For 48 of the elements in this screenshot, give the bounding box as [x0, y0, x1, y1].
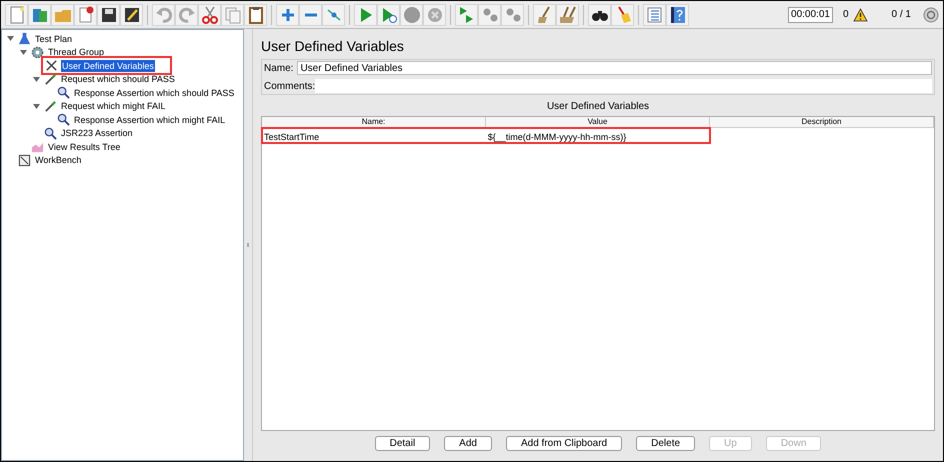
tree-item[interactable]: Test Plan [34, 32, 74, 45]
field-label: Name: [264, 62, 294, 76]
table-button[interactable]: Add [444, 436, 492, 451]
expand-arrow-icon[interactable] [32, 74, 41, 84]
expand-arrow-icon[interactable] [6, 34, 15, 44]
elapsed-time: 00:00:01 [788, 6, 833, 22]
tree-item[interactable]: User Defined Variables [61, 60, 155, 72]
warning-count: 0 [842, 8, 849, 22]
magnifier-icon [44, 126, 57, 140]
table-cell: TestStartTime [264, 132, 320, 142]
workbench-icon [18, 154, 31, 167]
thread-count: 0 / 1 [892, 8, 911, 22]
tools-icon [45, 59, 58, 72]
comments-field[interactable] [315, 79, 932, 93]
column-header[interactable]: Name: [262, 117, 486, 127]
table-button[interactable]: Add from Clipboard [506, 436, 622, 451]
column-header[interactable]: Description [710, 117, 934, 127]
flask-icon [18, 32, 31, 46]
magnifier-icon [57, 113, 70, 126]
pipette-icon [44, 100, 57, 113]
stop-icon[interactable] [402, 4, 422, 24]
tree-item[interactable]: JSR223 Assertion [60, 127, 134, 140]
expand-arrow-icon[interactable] [32, 102, 41, 111]
scissors-icon[interactable] [200, 4, 220, 24]
pipette-icon [44, 72, 57, 86]
chart-icon [31, 140, 44, 154]
list-icon[interactable] [644, 4, 664, 24]
table-cell: ${__time(d-MMM-yyyy-hh-mm-ss)} [488, 132, 626, 142]
panel-title: User Defined Variables [261, 37, 405, 55]
gear-icon [31, 46, 44, 59]
tree-item[interactable]: View Results Tree [47, 140, 122, 153]
brooms-icon[interactable] [558, 4, 578, 24]
tree-item[interactable]: Thread Group [47, 46, 106, 58]
name-field[interactable]: User Defined Variables [297, 61, 932, 75]
column-header[interactable]: Value [486, 117, 710, 127]
expand-arrow-icon[interactable] [19, 48, 28, 57]
tree-item[interactable]: Request which should PASS [60, 73, 176, 86]
table-button[interactable]: Delete [636, 436, 696, 451]
magnifier-icon [57, 86, 70, 100]
warning-icon[interactable] [852, 8, 868, 22]
tree-item[interactable]: Request which might FAIL [60, 100, 167, 112]
tree-item[interactable]: WorkBench [34, 154, 82, 166]
table-title: User Defined Variables [546, 100, 650, 114]
field-label: Comments: [264, 80, 316, 94]
table-button[interactable]: Detail [374, 436, 430, 451]
remote-status-icon [923, 6, 939, 22]
tree-item[interactable]: Response Assertion which might FAIL [73, 114, 226, 126]
tree-item[interactable]: Response Assertion which should PASS [73, 86, 236, 99]
